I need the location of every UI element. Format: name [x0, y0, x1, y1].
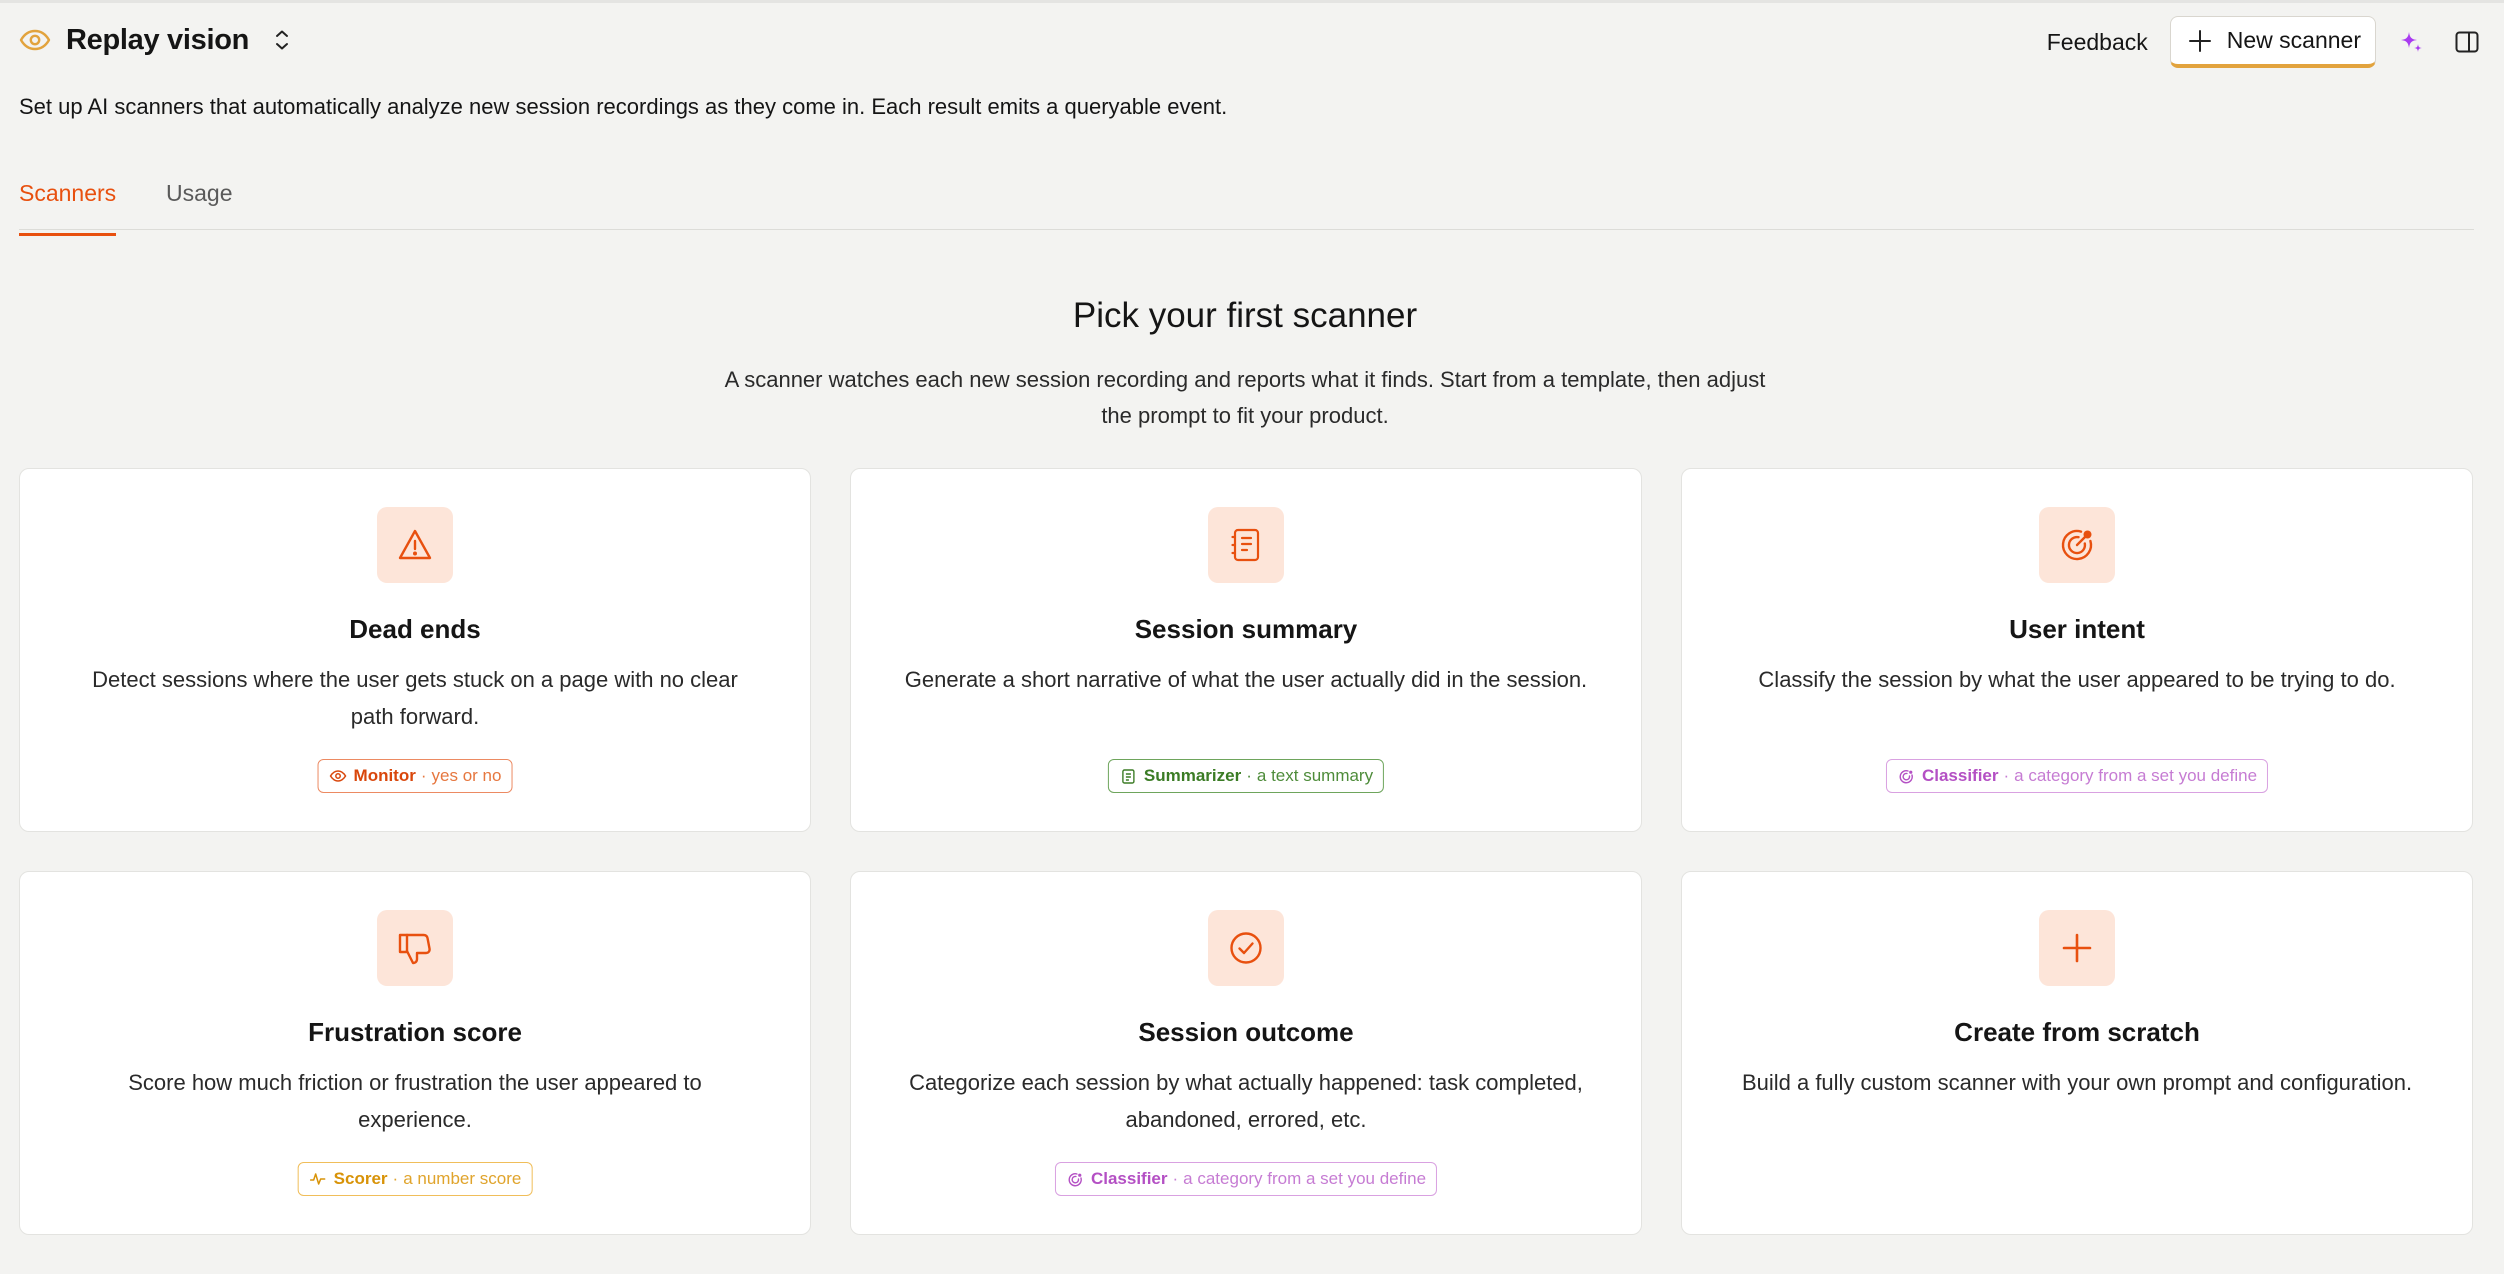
card-title: Session outcome [1138, 1017, 1354, 1047]
target-icon [2039, 507, 2115, 583]
badge-description: a category from a set you define [2014, 766, 2258, 785]
output-type-badge: Monitor · yes or no [317, 759, 513, 793]
badge-description: yes or no [431, 766, 502, 785]
card-title: Session summary [1134, 614, 1358, 644]
page-title: Replay vision [66, 23, 250, 56]
plus-icon [2187, 28, 2213, 54]
badge-name: Summarizer [1143, 766, 1242, 785]
sparkle-icon[interactable] [2396, 27, 2426, 57]
chevron-up-down-icon[interactable] [269, 25, 295, 55]
target-icon [1897, 767, 1915, 785]
output-type-badge: Scorer · a number score [297, 1162, 533, 1196]
check-circle-icon [1208, 910, 1284, 986]
badge-description: a number score [403, 1169, 522, 1188]
notebook-icon [1208, 507, 1284, 583]
page-subtitle: Set up AI scanners that automatically an… [19, 94, 1228, 119]
badge-separator: · [1172, 1169, 1179, 1188]
new-scanner-label: New scanner [2226, 27, 2361, 53]
tab-scanners[interactable]: Scanners [19, 180, 117, 236]
plus-icon [2039, 910, 2115, 986]
target-icon [1066, 1170, 1084, 1188]
tab-usage[interactable]: Usage [166, 180, 232, 225]
badge-separator: · [392, 1169, 399, 1188]
badge-name: Classifier [1090, 1169, 1168, 1188]
eye-icon [329, 767, 347, 785]
tab-bar: Scanners Usage [19, 170, 2474, 236]
badge-separator: · [2003, 766, 2010, 785]
card-description: Build a fully custom scanner with your o… [1741, 1070, 2413, 1095]
badge-separator: · [1246, 766, 1252, 785]
badge-separator: · [420, 766, 427, 785]
badge-name: Classifier [1921, 766, 1999, 785]
template-card-dead-ends[interactable]: Dead ends Detect sessions where the user… [19, 468, 811, 832]
template-card-session-outcome[interactable]: Session outcome Categorize each session … [850, 871, 1642, 1235]
card-title: Frustration score [308, 1017, 522, 1047]
warning-icon [377, 507, 453, 583]
card-description: Categorize each session by what actually… [909, 1070, 1583, 1132]
badge-description: a text summary [1256, 766, 1374, 785]
template-card-frustration-score[interactable]: Frustration score Score how much frictio… [19, 871, 811, 1235]
card-description: Generate a short narrative of what the u… [904, 667, 1588, 692]
badge-name: Scorer [333, 1169, 388, 1188]
card-description: Classify the session by what the user ap… [1758, 667, 2396, 692]
card-title: User intent [2009, 614, 2145, 644]
empty-state-title: Pick your first scanner [1072, 296, 1418, 335]
output-type-badge: Classifier · a category from a set you d… [1885, 759, 2269, 793]
output-type-badge: Summarizer · a text summary [1107, 759, 1385, 793]
feedback-button[interactable]: Feedback [2047, 29, 2148, 56]
eye-icon [18, 23, 52, 57]
template-card-session-summary[interactable]: Session summary Generate a short narrati… [850, 468, 1642, 832]
side-panel-icon[interactable] [2452, 27, 2482, 57]
badge-description: a category from a set you define [1183, 1169, 1427, 1188]
notebook-icon [1119, 767, 1137, 785]
template-card-user-intent[interactable]: User intent Classify the session by what… [1681, 468, 2473, 832]
output-type-badge: Classifier · a category from a set you d… [1054, 1162, 1438, 1196]
card-description: Score how much friction or frustration t… [128, 1070, 702, 1132]
template-card-create-from-scratch[interactable]: Create from scratch Build a fully custom… [1681, 871, 2473, 1235]
pulse-icon [309, 1170, 327, 1188]
card-title: Create from scratch [1954, 1017, 2200, 1047]
card-title: Dead ends [349, 614, 481, 644]
badge-name: Monitor [353, 766, 416, 785]
empty-state-description: A scanner watches each new session recor… [724, 367, 1766, 428]
card-description: Detect sessions where the user gets stuc… [92, 667, 738, 729]
page-header: Replay vision Feedback New scanner [0, 0, 2504, 80]
header-actions: Feedback New scanner [2047, 16, 2504, 68]
new-scanner-button[interactable]: New scanner [2169, 16, 2376, 68]
app-brand: Replay vision [18, 18, 295, 62]
thumbs-down-icon [377, 910, 453, 986]
